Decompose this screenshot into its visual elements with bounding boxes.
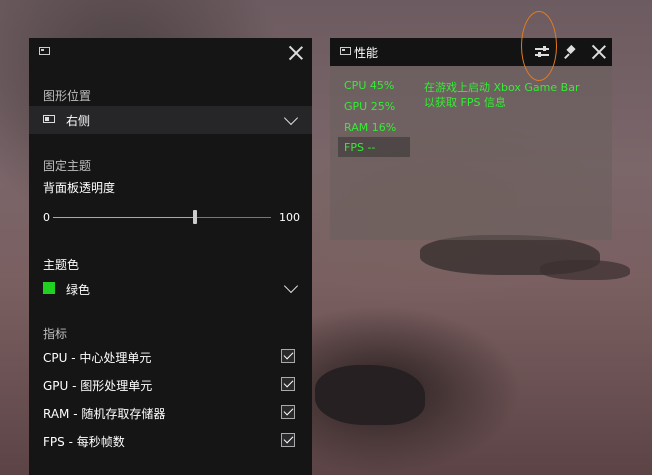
position-dropdown[interactable]: 右侧 [29,106,312,134]
widget-icon [340,47,351,55]
gpu-stat: GPU 25% [344,100,396,113]
background-rock [315,365,425,425]
performance-title: 性能 [354,46,379,60]
theme-color-dropdown[interactable] [29,274,312,302]
opacity-min: 0 [43,211,50,224]
opacity-label: 背面板透明度 [43,181,116,195]
opacity-slider[interactable] [53,210,271,224]
position-value: 右侧 [66,114,91,128]
metric-cpu-label: CPU - 中心处理单元 [43,351,152,365]
theme-color-label: 主题色 [43,258,80,272]
pin-theme-label: 固定主题 [43,159,92,173]
performance-widget: 性能 CPU 45% GPU 25% RAM 16% FPS -- 在游戏上启动… [330,38,612,240]
opacity-slider-fill [53,217,195,218]
background-rock [540,260,630,280]
metric-fps-checkbox[interactable] [281,433,295,447]
metric-ram-label: RAM - 随机存取存储器 [43,407,166,421]
opacity-max: 100 [279,211,300,224]
position-label: 图形位置 [43,89,92,103]
settings-header [29,38,312,68]
cpu-stat: CPU 45% [344,79,395,92]
metric-gpu-checkbox[interactable] [281,377,295,391]
fps-hint-line1: 在游戏上启动 Xbox Game Bar [424,81,580,94]
metric-gpu-label: GPU - 图形处理单元 [43,379,153,393]
fps-stat: FPS -- [344,141,376,154]
close-icon[interactable] [288,45,304,61]
pin-icon[interactable] [564,44,578,60]
close-icon[interactable] [591,44,607,60]
settings-panel: 图形位置 右侧 固定主题 背面板透明度 0 100 主题色 绿色 指标 CPU … [29,38,312,475]
metrics-label: 指标 [43,327,68,341]
chevron-down-icon [283,110,299,126]
fps-hint-line2: 以获取 FPS 信息 [424,96,506,109]
metric-cpu-checkbox[interactable] [281,349,295,363]
opacity-slider-thumb[interactable] [192,210,197,224]
screen-position-icon [43,115,55,123]
performance-header[interactable]: 性能 [330,38,612,66]
ram-stat: RAM 16% [344,121,397,134]
chevron-down-icon [283,278,299,294]
annotation-circle [521,11,557,81]
metric-ram-checkbox[interactable] [281,405,295,419]
widget-icon [39,47,50,55]
metric-fps-label: FPS - 每秒帧数 [43,435,125,449]
